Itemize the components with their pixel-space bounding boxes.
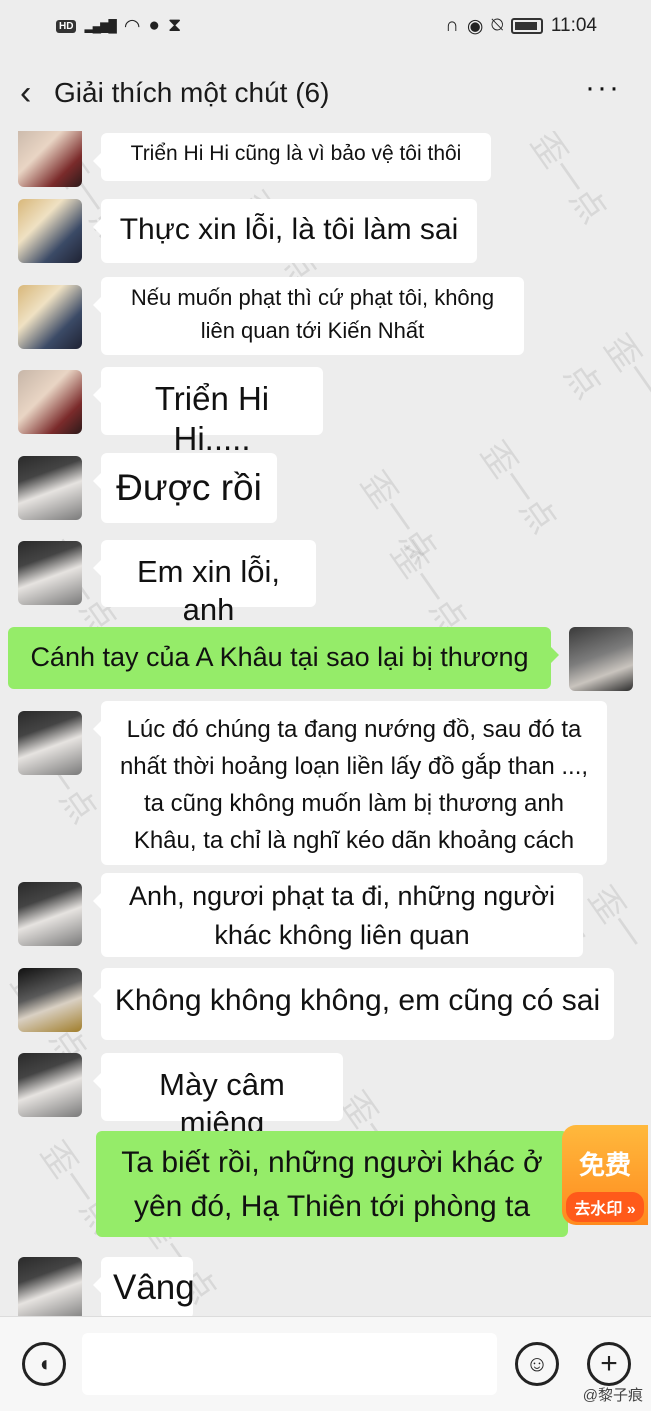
- plus-icon[interactable]: +: [587, 1342, 631, 1386]
- message-bubble[interactable]: Em xin lỗi, anh: [93, 540, 316, 627]
- message-text: Em xin lỗi, anh: [137, 554, 280, 627]
- avatar[interactable]: [18, 882, 82, 946]
- promo-label: 免费: [578, 1150, 631, 1180]
- message-bubble[interactable]: Thực xin lỗi, là tôi làm sai: [93, 199, 477, 263]
- watermark: 歪一点: [522, 131, 614, 231]
- emoji-icon[interactable]: ☺: [515, 1342, 559, 1386]
- avatar[interactable]: [18, 1257, 82, 1316]
- avatar[interactable]: [18, 285, 82, 349]
- promo-badge[interactable]: 免费 去水印 »: [562, 1125, 648, 1225]
- message-bubble[interactable]: Mày câm miệng: [93, 1053, 343, 1140]
- avatar[interactable]: [18, 1053, 82, 1117]
- message-bubble[interactable]: Anh, ngươi phạt ta đi, những người khác …: [93, 873, 583, 957]
- input-bar: ◖ ☺ + @黎子痕: [0, 1316, 651, 1411]
- message-bubble[interactable]: Ta biết rồi, những người khác ở yên đó, …: [96, 1131, 568, 1237]
- message-text: liên quan tới Kiến Nhất: [200, 317, 425, 343]
- watermark: 歪一点: [555, 327, 651, 407]
- avatar[interactable]: [18, 541, 82, 605]
- message-text: khác không liên quan: [214, 920, 470, 950]
- message-bubble[interactable]: Được rồi: [93, 453, 277, 523]
- avatar[interactable]: [18, 131, 82, 187]
- message-text: Khâu, ta chỉ là nghĩ kéo dãn khoảng cách: [133, 827, 575, 854]
- avatar[interactable]: [18, 370, 82, 434]
- message-input[interactable]: [82, 1333, 497, 1395]
- more-icon[interactable]: ···: [585, 73, 621, 103]
- eye-icon: ◉: [466, 15, 484, 37]
- watermark: 歪一点: [352, 464, 444, 571]
- message-text: Không không không, em cũng có sai: [114, 984, 601, 1017]
- wifi-icon: ◠: [123, 15, 141, 37]
- avatar[interactable]: [18, 711, 82, 775]
- message-text: Triển Hi Hi.....: [154, 380, 270, 458]
- page-title: Giải thích một chút (6): [54, 77, 330, 108]
- weibo-watermark: @黎子痕: [582, 1387, 643, 1404]
- message-bubble[interactable]: Triển Hi Hi cũng là vì bảo vệ tôi thôi: [93, 133, 491, 181]
- message-text: Anh, ngươi phạt ta đi, những người: [129, 881, 555, 911]
- hourglass-icon: ⧗: [168, 15, 182, 36]
- message-text: Mày câm miệng: [159, 1067, 285, 1140]
- message-text: ta cũng không muốn làm bị thương anh: [143, 790, 565, 817]
- message-text: Nếu muốn phạt thì cứ phạt tôi, không: [130, 285, 495, 310]
- avatar[interactable]: [18, 968, 82, 1032]
- clock: 11:04: [550, 15, 597, 36]
- message-bubble[interactable]: Không không không, em cũng có sai: [93, 968, 614, 1040]
- status-bar: HD ▂▄▆█ ◠ ● ⧗ ∩ ◉ ⍉ 11:04: [0, 0, 651, 52]
- message-bubble[interactable]: Triển Hi Hi.....: [93, 367, 323, 457]
- message-bubble[interactable]: Vâng: [93, 1257, 195, 1316]
- message-text: Được rồi: [116, 467, 262, 508]
- headset-icon: ∩: [445, 15, 459, 36]
- voice-icon[interactable]: ◖: [22, 1342, 66, 1386]
- message-text: Vâng: [113, 1268, 195, 1307]
- message-list[interactable]: 歪一点 歪一点 歪一点 歪一点 歪一点 歪一点 歪一点 歪一点 歪一点 歪一点 …: [0, 131, 651, 1316]
- watermark: 歪一点: [472, 434, 564, 541]
- bell-off-icon: ⍉: [491, 15, 503, 36]
- promo-button[interactable]: 去水印 »: [566, 1192, 644, 1222]
- message-text: Cánh tay của A Khâu tại sao lại bị thươn…: [30, 642, 529, 672]
- message-text: yên đó, Hạ Thiên tới phòng ta: [133, 1190, 531, 1223]
- message-text: Lúc đó chúng ta đang nướng đồ, sau đó ta: [126, 716, 582, 743]
- signal-icon: ▂▄▆█: [84, 19, 116, 33]
- chevron-left-icon[interactable]: ‹: [20, 76, 50, 110]
- hd-icon: HD: [56, 19, 77, 33]
- message-text: nhất thời hoảng loạn liền lấy đồ gắp tha…: [119, 753, 589, 780]
- avatar[interactable]: [18, 199, 82, 263]
- avatar[interactable]: [18, 456, 82, 520]
- message-bubble[interactable]: Cánh tay của A Khâu tại sao lại bị thươn…: [8, 627, 559, 689]
- globe-icon: ●: [148, 15, 160, 36]
- avatar[interactable]: [569, 627, 633, 691]
- message-text: Thực xin lỗi, là tôi làm sai: [119, 213, 459, 246]
- message-text: Ta biết rồi, những người khác ở: [121, 1146, 543, 1179]
- chat-header: ‹ Giải thích một chút (6) ···: [0, 55, 651, 131]
- message-text: Triển Hi Hi cũng là vì bảo vệ tôi thôi: [130, 142, 462, 165]
- message-bubble[interactable]: Nếu muốn phạt thì cứ phạt tôi, không liê…: [93, 277, 524, 355]
- message-bubble[interactable]: Lúc đó chúng ta đang nướng đồ, sau đó ta…: [93, 701, 607, 865]
- watermark: 歪一点: [382, 534, 474, 641]
- battery-icon: [510, 18, 543, 34]
